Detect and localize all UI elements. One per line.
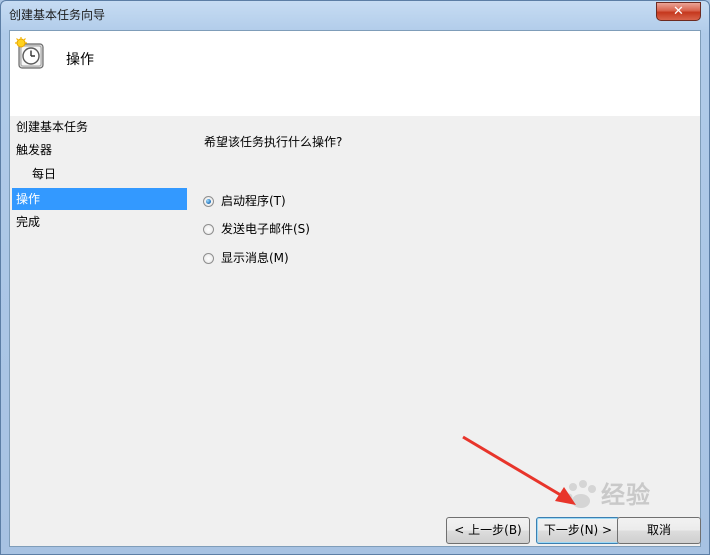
wizard-client-area: 操作 创建基本任务 触发器 每日 操作 完成 希望该任务执行什么操作? 启动程序… <box>9 30 701 547</box>
watermark-text: 经验 <box>601 481 651 509</box>
wizard-window: 创建基本任务向导 ✕ 操作 创建基本任务 触发器 每日 操作 完成 希望该任务执… <box>0 0 710 555</box>
nav-item-label: 每日 <box>32 167 57 181</box>
nav-item-label: 触发器 <box>16 143 53 157</box>
next-button[interactable]: 下一步(N) > <box>536 517 620 544</box>
task-clock-icon <box>15 37 44 69</box>
radio-send-email[interactable]: 发送电子邮件(S) <box>203 220 310 238</box>
wizard-steps-nav: 创建基本任务 触发器 每日 操作 完成 <box>10 116 190 546</box>
back-button[interactable]: < 上一步(B) <box>446 517 530 544</box>
nav-item-label: 操作 <box>16 192 41 206</box>
radio-start-program[interactable]: 启动程序(T) <box>203 192 286 210</box>
nav-item-label: 创建基本任务 <box>16 120 89 134</box>
window-title: 创建基本任务向导 <box>9 8 106 22</box>
nav-item-create-basic-task[interactable]: 创建基本任务 <box>12 116 187 138</box>
radio-button[interactable] <box>203 196 214 207</box>
close-button[interactable]: ✕ <box>656 2 701 21</box>
title-bar[interactable]: 创建基本任务向导 ✕ <box>1 1 709 29</box>
nav-item-label: 完成 <box>16 215 41 229</box>
cancel-button[interactable]: 取消 <box>617 517 701 544</box>
radio-show-message[interactable]: 显示消息(M) <box>203 249 289 267</box>
watermark-logo <box>565 480 596 508</box>
radio-label: 启动程序(T) <box>221 194 286 208</box>
radio-label: 发送电子邮件(S) <box>221 222 310 236</box>
nav-item-daily[interactable]: 每日 <box>12 163 187 185</box>
close-icon: ✕ <box>673 4 684 19</box>
radio-label: 显示消息(M) <box>221 251 289 265</box>
radio-button[interactable] <box>203 224 214 235</box>
action-question: 希望该任务执行什么操作? <box>204 135 343 149</box>
nav-item-trigger[interactable]: 触发器 <box>12 139 187 161</box>
radio-button[interactable] <box>203 253 214 264</box>
nav-item-finish[interactable]: 完成 <box>12 211 187 233</box>
page-title: 操作 <box>66 52 94 68</box>
wizard-header: 操作 <box>10 31 700 116</box>
nav-item-action[interactable]: 操作 <box>12 188 187 210</box>
